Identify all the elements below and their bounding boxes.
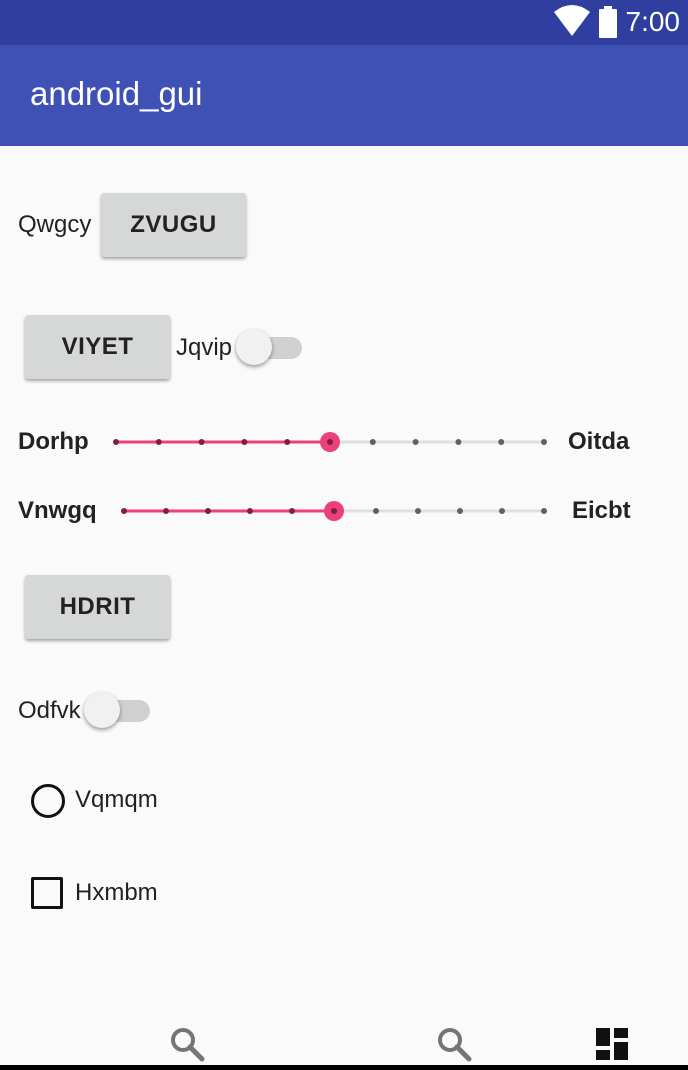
qwgcy-label: Qwgcy (18, 211, 92, 238)
seekbar-tick (205, 508, 211, 514)
hxmbm-checkbox-label[interactable]: Hxmbm (75, 879, 158, 907)
seekbar-tick (499, 508, 505, 514)
seekbar-tick (369, 439, 376, 445)
dorhp-label: Dorhp (18, 428, 89, 455)
dorhp-seekbar[interactable] (110, 427, 550, 457)
jqvip-switch[interactable] (236, 328, 306, 368)
seekbar-tick (457, 508, 463, 514)
seekbar-tick (412, 439, 419, 445)
odfvk-switch[interactable] (84, 691, 154, 731)
jqvip-switch-label: Jqvip (176, 334, 233, 361)
oitda-label: Oitda (568, 428, 630, 455)
seekbar-tick (198, 439, 205, 445)
vnwgq-seekbar[interactable] (118, 496, 550, 526)
vqmqm-radio-label[interactable]: Vqmqm (75, 786, 158, 814)
seekbar-thumb-dot (327, 439, 333, 445)
search-icon[interactable] (435, 1025, 475, 1065)
app-bar: android_gui (0, 45, 688, 146)
seekbar-tick (415, 508, 421, 514)
search-icon[interactable] (168, 1025, 208, 1065)
seekbar-tick (498, 439, 505, 445)
seekbar-tick (541, 439, 547, 445)
seekbar-tick (113, 439, 119, 445)
seekbar-tick (163, 508, 169, 514)
status-bar: 7:00 (0, 0, 688, 45)
app-title: android_gui (30, 75, 203, 112)
seekbar-tick (241, 439, 248, 445)
dashboard-icon[interactable] (594, 1026, 630, 1062)
seekbar-tick (455, 439, 462, 445)
seekbar-thumb-dot (331, 508, 337, 514)
switch-thumb (84, 692, 120, 728)
switch-thumb (236, 329, 272, 365)
zvugu-button[interactable]: ZVUGU (101, 193, 246, 257)
seekbar-tick (121, 508, 127, 514)
hxmbm-checkbox[interactable] (31, 877, 63, 909)
status-time: 7:00 (625, 6, 681, 37)
seekbar-tick (247, 508, 253, 514)
vnwgq-label: Vnwgq (18, 497, 97, 524)
battery-icon (599, 6, 617, 38)
hdrit-button[interactable]: HDRIT (25, 575, 170, 639)
seekbar-tick (541, 508, 547, 514)
eicbt-label: Eicbt (572, 497, 631, 524)
vqmqm-radio[interactable] (31, 784, 65, 818)
seekbar-tick (284, 439, 291, 445)
viyet-button[interactable]: VIYET (25, 315, 170, 379)
seekbar-tick (373, 508, 379, 514)
seekbar-tick (155, 439, 162, 445)
seekbar-tick (289, 508, 295, 514)
navigation-bar (0, 1065, 688, 1070)
wifi-icon (554, 5, 590, 36)
odfvk-switch-label: Odfvk (18, 697, 81, 724)
